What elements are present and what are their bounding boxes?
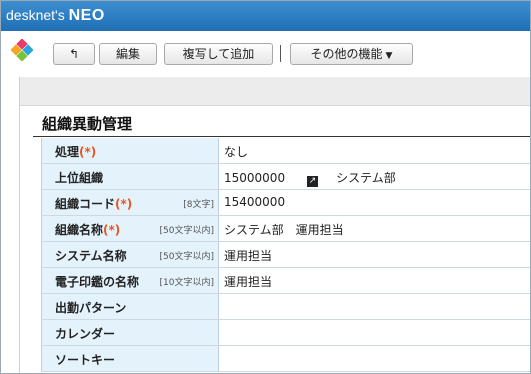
title-divider — [33, 136, 530, 137]
field-label-cell: 出勤パターン — [41, 294, 219, 319]
main-content: 組織異動管理 処理(*) なし 上位組織 15000000 ↗ システム部 組織コー — [19, 77, 530, 373]
flower-logo-icon — [11, 39, 33, 61]
brand-prefix: desknet's — [6, 7, 65, 23]
copy-add-button[interactable]: 複写して追加 — [164, 43, 273, 65]
header-strip — [20, 77, 530, 106]
required-mark: (*) — [115, 197, 133, 211]
chevron-down-icon: ▼ — [385, 51, 393, 61]
field-label: 組織名称(*) — [55, 223, 121, 237]
field-label-cell: システム名称 [50文字以内] — [41, 242, 219, 267]
field-label: カレンダー — [55, 327, 116, 341]
field-label-cell: 処理(*) — [41, 138, 219, 163]
field-value: 運用担当 — [224, 249, 273, 263]
field-label-cell: 上位組織 — [41, 164, 219, 189]
field-label-cell: カレンダー — [41, 320, 219, 345]
field-label-cell: 組織名称(*) [50文字以内] — [41, 216, 219, 241]
external-link-icon[interactable]: ↗ — [307, 176, 319, 187]
parent-org-name: システム部 — [336, 171, 396, 185]
field-value: 15000000 ↗ システム部 — [224, 169, 396, 187]
field-label-cell: ソートキー — [41, 346, 219, 371]
form-row-system-name: システム名称 [50文字以内] 運用担当 — [41, 242, 530, 268]
app-window: desknet's NEO ↰ 編集 複写して追加 その他の機能 ▼ 組織異動管理… — [0, 0, 531, 374]
title-bar: desknet's NEO — [1, 1, 530, 31]
field-label: システム名称 — [55, 249, 127, 263]
field-label: 出勤パターン — [55, 301, 127, 315]
required-mark: (*) — [103, 223, 121, 237]
field-label: 組織コード(*) — [55, 197, 133, 211]
other-functions-dropdown[interactable]: その他の機能 ▼ — [290, 43, 413, 65]
brand-name: NEO — [68, 7, 105, 24]
page-title: 組織異動管理 — [42, 115, 133, 133]
field-label: 処理(*) — [55, 145, 97, 159]
field-label-cell: 電子印鑑の名称 [10文字以内] — [41, 268, 219, 293]
form-row-process: 処理(*) なし — [41, 138, 530, 164]
toolbar-separator — [280, 45, 281, 62]
field-label: 電子印鑑の名称 — [55, 275, 140, 289]
field-label-cell: 組織コード(*) [8文字] — [41, 190, 219, 215]
char-limit: [50文字以内] — [159, 226, 214, 236]
field-value: 運用担当 — [224, 275, 273, 289]
field-value: なし — [224, 145, 249, 159]
field-label: 上位組織 — [55, 171, 104, 185]
form-row-sort-key: ソートキー — [41, 346, 530, 372]
form-row-parent-org: 上位組織 15000000 ↗ システム部 — [41, 164, 530, 190]
field-label: ソートキー — [55, 353, 116, 367]
form-row-seal-name: 電子印鑑の名称 [10文字以内] 運用担当 — [41, 268, 530, 294]
form-row-attendance-pattern: 出勤パターン — [41, 294, 530, 320]
form-row-org-code: 組織コード(*) [8文字] 15400000 — [41, 190, 530, 216]
form-row-calendar: カレンダー — [41, 320, 530, 346]
field-value: 15400000 — [224, 195, 286, 209]
char-limit: [50文字以内] — [159, 252, 214, 262]
detail-form: 処理(*) なし 上位組織 15000000 ↗ システム部 組織コード(*) [8… — [41, 138, 530, 372]
required-mark: (*) — [79, 145, 97, 159]
form-row-org-name: 組織名称(*) [50文字以内] システム部 運用担当 — [41, 216, 530, 242]
parent-org-code: 15000000 — [224, 171, 286, 185]
back-arrow-icon: ↰ — [68, 47, 80, 61]
char-limit: [8文字] — [183, 200, 214, 210]
char-limit: [10文字以内] — [159, 278, 214, 288]
back-button[interactable]: ↰ — [53, 43, 95, 65]
other-functions-label: その他の機能 — [310, 47, 383, 61]
field-value: システム部 運用担当 — [224, 223, 344, 237]
edit-button[interactable]: 編集 — [99, 43, 157, 65]
brand-logo: desknet's NEO — [6, 7, 105, 24]
toolbar: ↰ 編集 複写して追加 その他の機能 ▼ — [1, 31, 530, 77]
